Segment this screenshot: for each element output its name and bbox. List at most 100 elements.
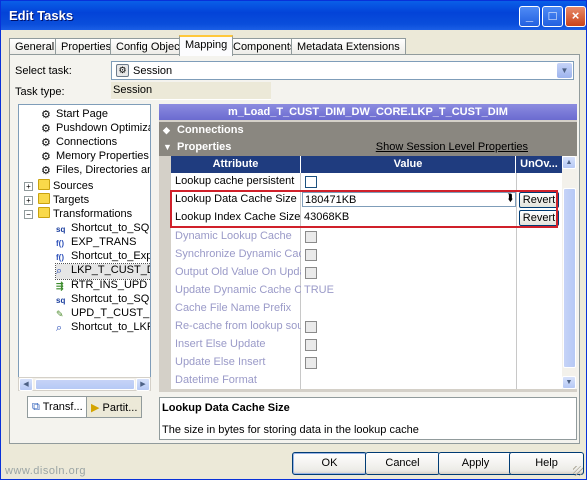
- table-row[interactable]: Update Else Insert: [171, 354, 562, 372]
- watermark: www.disoln.org: [5, 465, 86, 477]
- scroll-thumb[interactable]: [35, 379, 135, 390]
- gear-icon: ⚙: [41, 137, 51, 149]
- synchronize-dynamic-cache-checkbox[interactable]: [305, 249, 317, 261]
- tree-item-connections[interactable]: ⚙ Connections: [41, 136, 117, 151]
- update-else-insert-checkbox[interactable]: [305, 357, 317, 369]
- highlight-box: [170, 190, 558, 228]
- gear-icon: ⚙: [41, 165, 51, 177]
- expression-icon: f(): [56, 239, 64, 248]
- folder-icon: [38, 193, 50, 204]
- override-column-header[interactable]: UnOv...: [516, 156, 562, 173]
- recache-checkbox[interactable]: [305, 321, 317, 333]
- connections-section-header[interactable]: ◆ Connections: [159, 122, 577, 139]
- expand-targets[interactable]: +: [24, 196, 33, 205]
- tree-item-exp-trans[interactable]: f() EXP_TRANS: [56, 236, 136, 251]
- ok-button[interactable]: OK: [292, 452, 367, 475]
- tab-transformations-view[interactable]: ⧉ Transf...: [27, 396, 88, 418]
- scroll-left-icon[interactable]: ◀: [19, 378, 33, 391]
- description-text: The size in bytes for storing data in th…: [162, 424, 419, 436]
- tree-item-targets[interactable]: Targets: [38, 193, 89, 208]
- table-row[interactable]: Dynamic Lookup Cache: [171, 228, 562, 246]
- attribute-column-header[interactable]: Attribute: [171, 156, 301, 173]
- tree-item-sources[interactable]: Sources: [38, 179, 93, 194]
- description-title: Lookup Data Cache Size: [162, 402, 290, 414]
- description-panel: Lookup Data Cache Size The size in bytes…: [159, 397, 577, 440]
- dynamic-lookup-cache-checkbox[interactable]: [305, 231, 317, 243]
- tab-partitions-view[interactable]: ▶ Partit...: [86, 396, 143, 418]
- grid-header: Attribute Value UnOv...: [171, 156, 562, 173]
- tree-item-transformations[interactable]: Transformations: [38, 207, 132, 222]
- task-type-label: Task type:: [15, 86, 65, 98]
- tree-item-lkp-shortcut[interactable]: ⌕Shortcut_to_LKP_I: [56, 321, 150, 336]
- cancel-button[interactable]: Cancel: [365, 452, 440, 475]
- collapse-transformations[interactable]: −: [24, 210, 33, 219]
- expand-icon: ◆: [163, 125, 170, 135]
- tree-item-files[interactable]: ⚙Files, Directories and Commands: [41, 164, 150, 179]
- tree-horizontal-scrollbar[interactable]: ◀ ▶: [18, 377, 151, 391]
- tab-config-object[interactable]: Config Object: [110, 38, 189, 55]
- select-task-value: Session: [133, 65, 173, 77]
- minimize-button[interactable]: _: [519, 6, 540, 27]
- window-title: Edit Tasks: [9, 8, 74, 23]
- update-dynamic-cache-value[interactable]: TRUE: [304, 284, 334, 296]
- tree-item-update[interactable]: ✎UPD_T_CUST_DIM: [56, 307, 150, 322]
- grid-vertical-scrollbar[interactable]: ▲ ▼: [562, 156, 577, 389]
- table-row[interactable]: Update Dynamic Cache Co...TRUE: [171, 282, 562, 300]
- tree-item-sql-2[interactable]: sqShortcut_to_SQL_: [56, 293, 150, 308]
- tab-properties[interactable]: Properties: [55, 38, 118, 55]
- session-icon: ⚙: [116, 64, 129, 77]
- tree-item-router[interactable]: ⇶ RTR_INS_UPD: [56, 279, 147, 294]
- show-session-level-link[interactable]: Show Session Level Properties: [376, 139, 528, 156]
- tab-mapping[interactable]: Mapping: [179, 35, 234, 56]
- output-old-value-checkbox[interactable]: [305, 267, 317, 279]
- edit-tasks-window: Edit Tasks _ □ × General Properties Conf…: [0, 0, 587, 480]
- scroll-thumb[interactable]: [563, 188, 576, 368]
- transformation-icon: ⧉: [32, 401, 40, 413]
- expand-sources[interactable]: +: [24, 182, 33, 191]
- maximize-button[interactable]: □: [542, 6, 563, 27]
- gear-icon: ⚙: [41, 109, 51, 121]
- mapping-name-banner: m_Load_T_CUST_DIM_DW_CORE.LKP_T_CUST_DIM: [159, 104, 577, 120]
- chevron-down-icon[interactable]: ▼: [557, 63, 572, 78]
- lookup-icon: ⌕: [56, 322, 63, 334]
- table-row[interactable]: Datetime Format: [171, 372, 562, 390]
- tree-item-sql-1[interactable]: sqShortcut_to_SQL_: [56, 222, 150, 237]
- table-row[interactable]: Synchronize Dynamic Cache: [171, 246, 562, 264]
- apply-button[interactable]: Apply: [438, 452, 513, 475]
- value-column-header[interactable]: Value: [301, 156, 516, 173]
- gear-icon: ⚙: [41, 151, 51, 163]
- gear-icon: ⚙: [41, 123, 51, 135]
- insert-else-update-checkbox[interactable]: [305, 339, 317, 351]
- lookup-icon: ⌕: [56, 265, 63, 277]
- close-button[interactable]: ×: [565, 6, 586, 27]
- sql-icon: sq: [56, 225, 66, 234]
- tree-item-lkp-selected[interactable]: ⌕LKP_T_CUST_DIM: [55, 263, 150, 280]
- partition-icon: ▶: [91, 402, 100, 414]
- lookup-cache-persistent-checkbox[interactable]: [305, 176, 317, 188]
- select-task-dropdown[interactable]: ⚙ Session ▼: [111, 61, 574, 80]
- select-task-label: Select task:: [15, 65, 72, 77]
- resize-grip-icon[interactable]: [573, 466, 583, 476]
- update-icon: ✎: [56, 309, 64, 319]
- table-row[interactable]: Re-cache from lookup source: [171, 318, 562, 336]
- scroll-down-icon[interactable]: ▼: [562, 376, 576, 389]
- table-row[interactable]: Output Old Value On Update: [171, 264, 562, 282]
- tree-item-exp-shortcut[interactable]: f()Shortcut_to_Exp_I: [56, 250, 150, 265]
- tab-general[interactable]: General: [9, 38, 61, 55]
- table-row[interactable]: Insert Else Update: [171, 336, 562, 354]
- tree-item-pushdown[interactable]: ⚙Pushdown Optimization: [41, 122, 150, 137]
- tree-item-start-page[interactable]: ⚙ Start Page: [41, 108, 108, 123]
- scroll-right-icon[interactable]: ▶: [136, 378, 150, 391]
- folder-icon: [38, 179, 50, 190]
- collapse-icon: ▼: [163, 142, 172, 152]
- task-type-value: Session: [111, 82, 271, 100]
- title-bar[interactable]: Edit Tasks _ □ ×: [1, 1, 586, 30]
- tab-metadata-extensions[interactable]: Metadata Extensions: [291, 38, 406, 55]
- table-row[interactable]: Cache File Name Prefix: [171, 300, 562, 318]
- scroll-up-icon[interactable]: ▲: [562, 156, 576, 169]
- tree-item-memory[interactable]: ⚙ Memory Properties: [41, 150, 149, 165]
- table-row[interactable]: Lookup cache persistent: [171, 173, 562, 191]
- folder-icon: [38, 207, 50, 218]
- sql-icon: sq: [56, 296, 66, 305]
- properties-section-header[interactable]: ▼ Properties Show Session Level Properties: [159, 139, 577, 156]
